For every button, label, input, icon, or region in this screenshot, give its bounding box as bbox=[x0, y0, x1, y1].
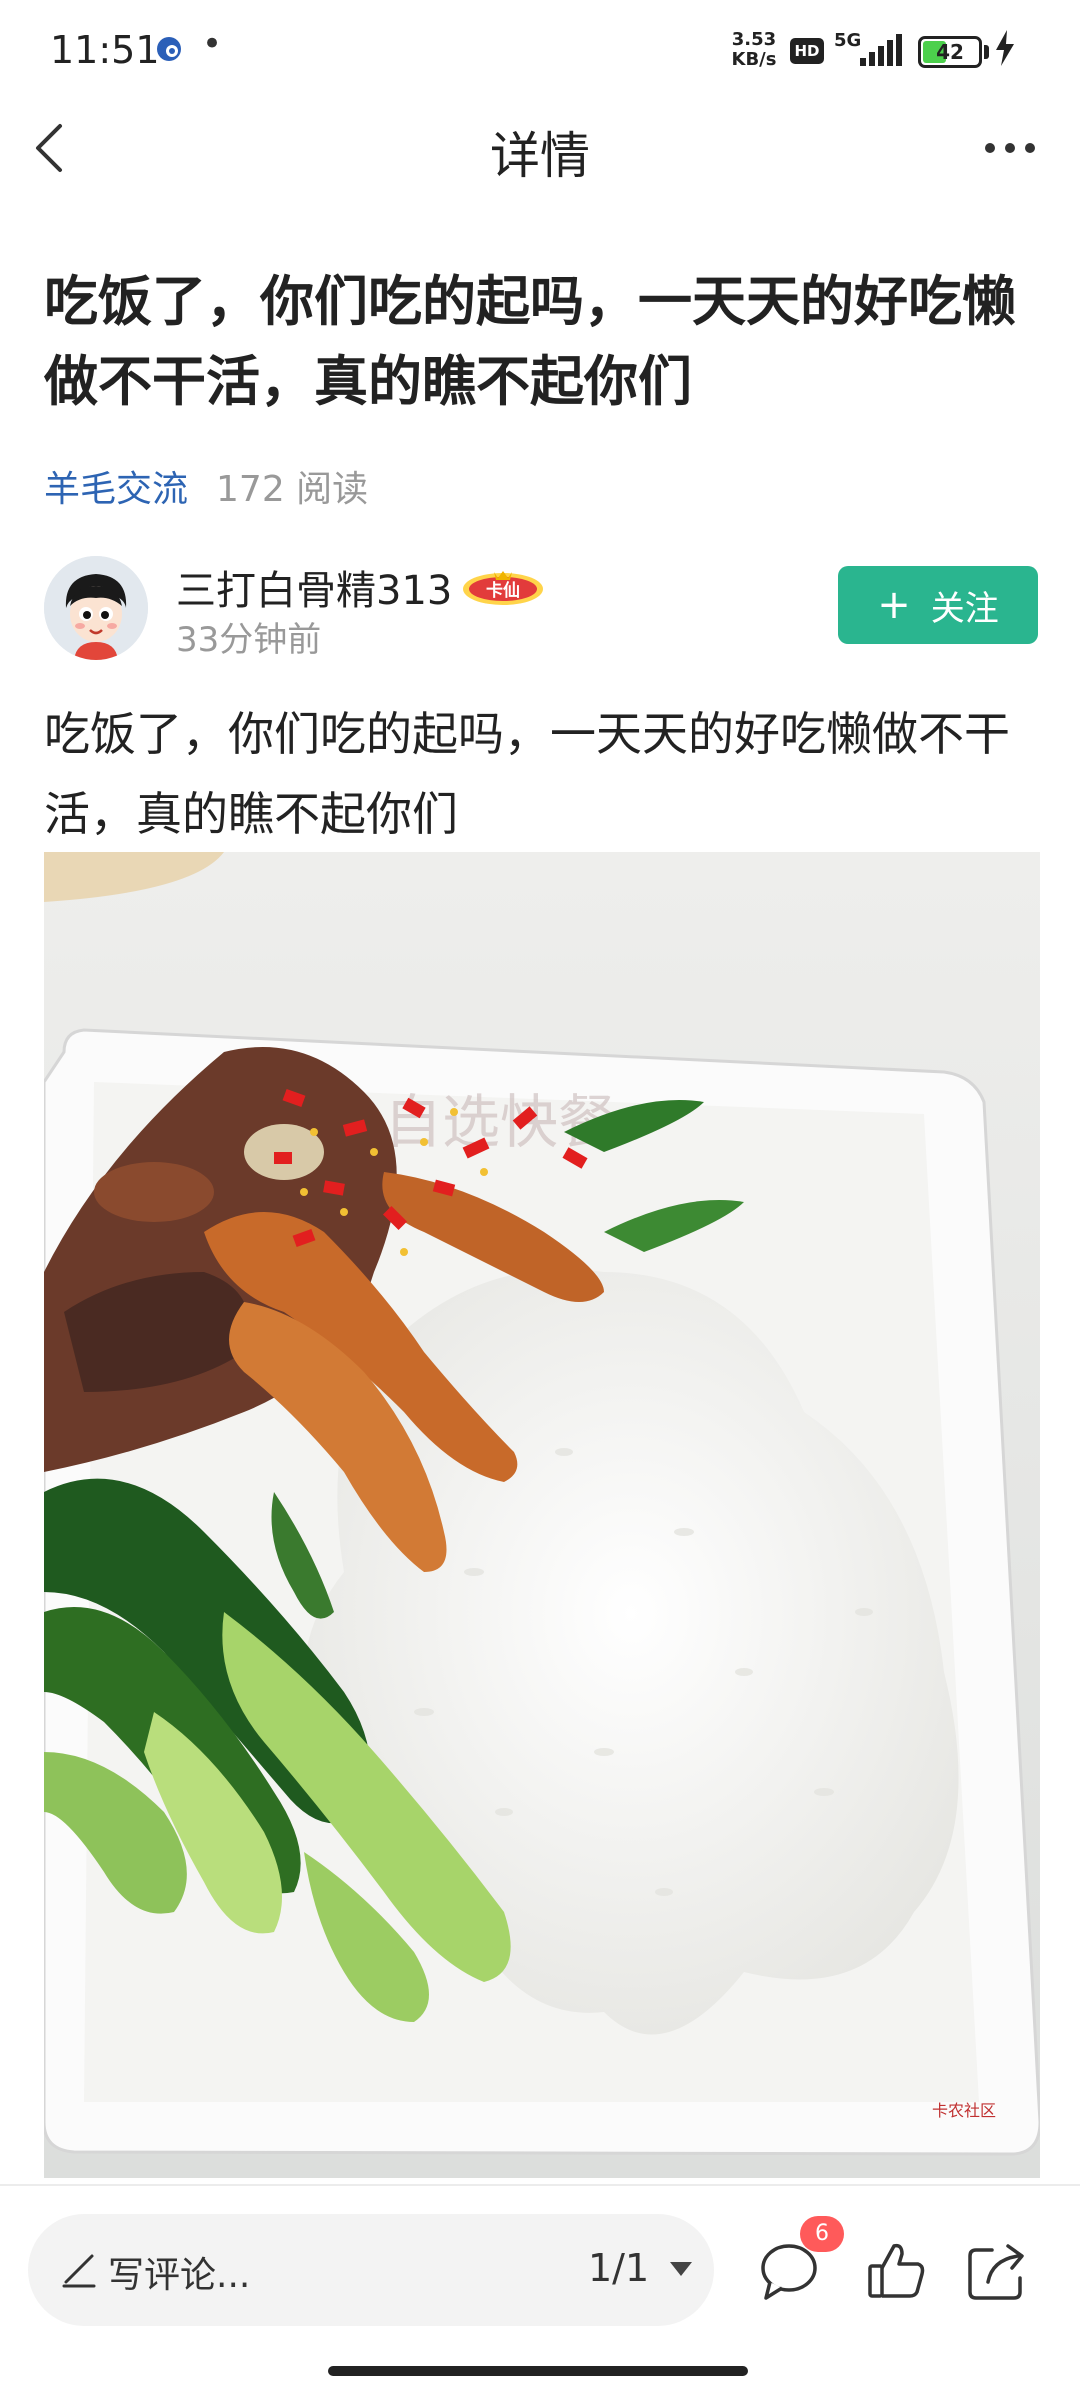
author-row: 三打白骨精313 卡仙 33分钟前 + 关注 bbox=[44, 556, 1044, 666]
pencil-icon bbox=[62, 2254, 96, 2288]
level-badge: 卡仙 bbox=[463, 571, 543, 605]
hd-badge: HD bbox=[790, 38, 824, 64]
battery-level: 42 bbox=[936, 40, 964, 64]
avatar[interactable] bbox=[44, 556, 148, 660]
image-watermark: 自选快餐 bbox=[384, 1088, 616, 1156]
comment-count-badge: 6 bbox=[800, 2216, 844, 2252]
food-photo: 自选快餐 卡农社区 bbox=[44, 852, 1040, 2178]
page-indicator[interactable]: 1/1 bbox=[588, 2246, 649, 2290]
post-title: 吃饭了，你们吃的起吗，一天天的好吃懒做不干活，真的瞧不起你们 bbox=[44, 270, 1016, 413]
caret-down-icon[interactable] bbox=[668, 2260, 694, 2278]
more-icon[interactable] bbox=[980, 128, 1040, 168]
network-speed: 3.53 KB/s bbox=[724, 30, 784, 70]
status-bar: 11:51 • 3.53 KB/s HD 5G 42 bbox=[0, 0, 1080, 100]
post-meta: 羊毛交流 172 阅读 bbox=[44, 460, 368, 512]
share-icon[interactable] bbox=[962, 2236, 1032, 2306]
like-icon[interactable] bbox=[862, 2236, 932, 2306]
network-speed-value: 3.53 bbox=[731, 29, 777, 50]
post-detail-screen: 11:51 • 3.53 KB/s HD 5G 42 详情 吃饭了，你们吃的起吗… bbox=[0, 0, 1080, 2400]
plus-icon: + bbox=[877, 582, 911, 628]
comment-input[interactable]: 写评论... 1/1 bbox=[28, 2214, 714, 2326]
post-body: 吃饭了，你们吃的起吗，一天天的好吃懒做不干活，真的瞧不起你们 bbox=[44, 707, 1010, 841]
battery-icon: 42 bbox=[918, 36, 982, 68]
nav-bar: 详情 bbox=[0, 100, 1080, 200]
post-image[interactable]: 自选快餐 卡农社区 bbox=[44, 852, 1040, 2178]
follow-label: 关注 bbox=[930, 588, 999, 629]
charging-icon bbox=[996, 30, 1014, 66]
page-title: 详情 bbox=[490, 127, 590, 185]
app-notification-icon bbox=[157, 37, 181, 61]
avatar-cartoon-icon bbox=[44, 556, 148, 660]
post-time: 33分钟前 bbox=[176, 620, 322, 660]
author-name[interactable]: 三打白骨精313 bbox=[176, 558, 452, 616]
status-dot: • bbox=[202, 24, 223, 64]
status-time: 11:51 bbox=[50, 28, 160, 72]
follow-button[interactable]: + 关注 bbox=[838, 566, 1038, 644]
comment-placeholder: 写评论... bbox=[108, 2255, 251, 2296]
image-corner-mark: 卡农社区 bbox=[932, 2101, 996, 2120]
read-count: 172 阅读 bbox=[216, 469, 369, 510]
signal-icon bbox=[860, 34, 902, 66]
back-icon[interactable] bbox=[22, 118, 82, 178]
battery-cap bbox=[984, 45, 989, 59]
network-speed-unit: KB/s bbox=[731, 49, 777, 70]
level-badge-text: 卡仙 bbox=[486, 580, 520, 601]
home-indicator[interactable] bbox=[328, 2366, 748, 2376]
topic-link[interactable]: 羊毛交流 bbox=[44, 469, 188, 510]
